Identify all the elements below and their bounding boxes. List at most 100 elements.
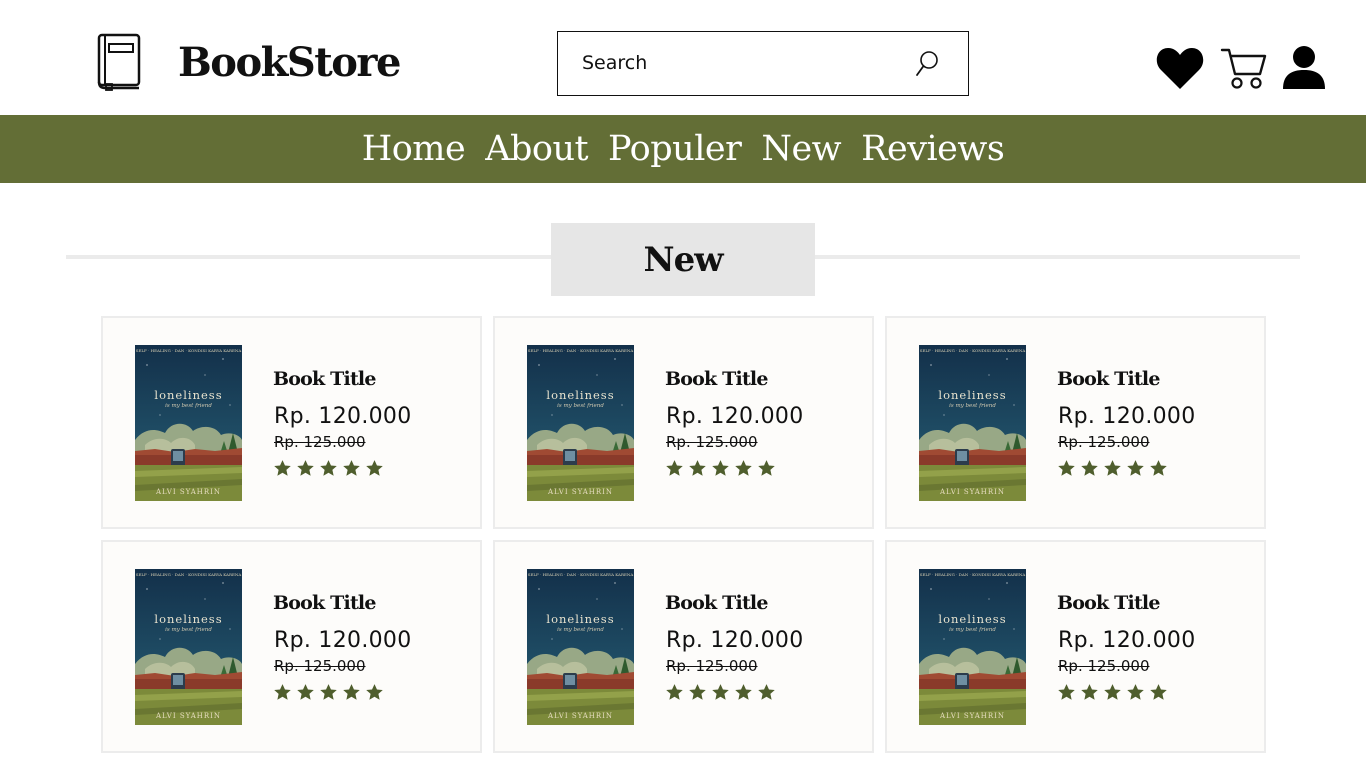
nav-home[interactable]: Home	[362, 115, 466, 183]
search-icon[interactable]	[914, 49, 942, 79]
book-title[interactable]: Book Title	[665, 592, 768, 614]
book-title[interactable]: Book Title	[665, 368, 768, 390]
cover-tagline: SELF · HEALING · DAN · KONDISI KARYA KAR…	[135, 572, 242, 577]
cover-title: loneliness	[154, 388, 223, 402]
cover-author: ALVI SYAHRIN	[547, 488, 614, 496]
price: Rp. 120.000	[666, 404, 804, 429]
book-cover[interactable]: SELF · HEALING · DAN · KONDISI KARYA KAR…	[919, 569, 1026, 725]
star-icon	[666, 684, 683, 700]
star-icon	[735, 460, 752, 476]
cover-subtitle: is my best friend	[949, 403, 996, 409]
star-icon	[366, 460, 383, 476]
star-icon	[712, 460, 729, 476]
price: Rp. 120.000	[666, 628, 804, 653]
star-icon	[343, 460, 360, 476]
cover-title: loneliness	[938, 388, 1007, 402]
book-title[interactable]: Book Title	[1057, 368, 1160, 390]
star-icon	[689, 684, 706, 700]
star-icon	[320, 460, 337, 476]
heart-icon[interactable]	[1155, 44, 1205, 92]
search-input[interactable]	[558, 32, 898, 94]
nav-populer[interactable]: Populer	[608, 115, 742, 183]
cover-tagline: SELF · HEALING · DAN · KONDISI KARYA KAR…	[135, 348, 242, 353]
star-icon	[274, 684, 291, 700]
star-icon	[758, 460, 775, 476]
cover-subtitle: is my best friend	[165, 403, 212, 409]
star-icon	[735, 684, 752, 700]
old-price: Rp. 125.000	[666, 433, 758, 451]
old-price: Rp. 125.000	[1058, 657, 1150, 675]
star-icon	[758, 684, 775, 700]
book-title[interactable]: Book Title	[1057, 592, 1160, 614]
cover-author: ALVI SYAHRIN	[939, 712, 1006, 720]
cover-subtitle: is my best friend	[165, 627, 212, 633]
product-card[interactable]: SELF · HEALING · DAN · KONDISI KARYA KAR…	[101, 540, 482, 753]
cover-title: loneliness	[546, 388, 615, 402]
book-cover[interactable]: SELF · HEALING · DAN · KONDISI KARYA KAR…	[527, 345, 634, 501]
product-card[interactable]: SELF · HEALING · DAN · KONDISI KARYA KAR…	[885, 316, 1266, 529]
star-icon	[666, 460, 683, 476]
brand-logo[interactable]: BookStore	[178, 36, 401, 90]
star-icon	[366, 684, 383, 700]
search-bar	[557, 31, 969, 96]
star-icon	[1150, 684, 1167, 700]
price: Rp. 120.000	[274, 404, 412, 429]
cover-tagline: SELF · HEALING · DAN · KONDISI KARYA KAR…	[919, 348, 1026, 353]
book-title[interactable]: Book Title	[273, 592, 376, 614]
star-icon	[1081, 460, 1098, 476]
star-icon	[320, 684, 337, 700]
rating-stars	[273, 683, 384, 702]
star-icon	[1127, 460, 1144, 476]
product-grid: SELF · HEALING · DAN · KONDISI KARYA KAR…	[101, 316, 1266, 753]
cover-tagline: SELF · HEALING · DAN · KONDISI KARYA KAR…	[919, 572, 1026, 577]
star-icon	[343, 684, 360, 700]
star-icon	[1150, 460, 1167, 476]
cover-author: ALVI SYAHRIN	[939, 488, 1006, 496]
book-cover[interactable]: SELF · HEALING · DAN · KONDISI KARYA KAR…	[919, 345, 1026, 501]
star-icon	[297, 684, 314, 700]
price: Rp. 120.000	[1058, 628, 1196, 653]
book-cover[interactable]: SELF · HEALING · DAN · KONDISI KARYA KAR…	[135, 569, 242, 725]
cover-subtitle: is my best friend	[949, 627, 996, 633]
book-title[interactable]: Book Title	[273, 368, 376, 390]
star-icon	[1104, 460, 1121, 476]
star-icon	[297, 460, 314, 476]
star-icon	[689, 460, 706, 476]
main-nav: Home About Populer New Reviews	[0, 115, 1366, 183]
star-icon	[1104, 684, 1121, 700]
cover-title: loneliness	[546, 612, 615, 626]
cover-author: ALVI SYAHRIN	[547, 712, 614, 720]
old-price: Rp. 125.000	[666, 657, 758, 675]
old-price: Rp. 125.000	[274, 657, 366, 675]
rating-stars	[665, 683, 776, 702]
cover-subtitle: is my best friend	[557, 627, 604, 633]
book-cover[interactable]: SELF · HEALING · DAN · KONDISI KARYA KAR…	[527, 569, 634, 725]
rating-stars	[273, 459, 384, 478]
product-card[interactable]: SELF · HEALING · DAN · KONDISI KARYA KAR…	[493, 316, 874, 529]
old-price: Rp. 125.000	[274, 433, 366, 451]
user-icon[interactable]	[1281, 45, 1327, 91]
nav-new[interactable]: New	[761, 115, 841, 183]
star-icon	[1058, 460, 1075, 476]
rating-stars	[1057, 459, 1168, 478]
book-icon	[96, 32, 144, 92]
nav-about[interactable]: About	[485, 115, 588, 183]
cover-subtitle: is my best friend	[557, 403, 604, 409]
cover-tagline: SELF · HEALING · DAN · KONDISI KARYA KAR…	[527, 572, 634, 577]
product-card[interactable]: SELF · HEALING · DAN · KONDISI KARYA KAR…	[885, 540, 1266, 753]
nav-reviews[interactable]: Reviews	[861, 115, 1005, 183]
price: Rp. 120.000	[274, 628, 412, 653]
star-icon	[712, 684, 729, 700]
book-cover[interactable]: SELF · HEALING · DAN · KONDISI KARYA KAR…	[135, 345, 242, 501]
product-card[interactable]: SELF · HEALING · DAN · KONDISI KARYA KAR…	[101, 316, 482, 529]
star-icon	[274, 460, 291, 476]
cart-icon[interactable]	[1220, 46, 1268, 90]
star-icon	[1058, 684, 1075, 700]
cover-tagline: SELF · HEALING · DAN · KONDISI KARYA KAR…	[527, 348, 634, 353]
rating-stars	[665, 459, 776, 478]
cover-title: loneliness	[154, 612, 223, 626]
product-card[interactable]: SELF · HEALING · DAN · KONDISI KARYA KAR…	[493, 540, 874, 753]
old-price: Rp. 125.000	[1058, 433, 1150, 451]
cover-author: ALVI SYAHRIN	[155, 712, 222, 720]
section-title: New	[551, 223, 815, 296]
